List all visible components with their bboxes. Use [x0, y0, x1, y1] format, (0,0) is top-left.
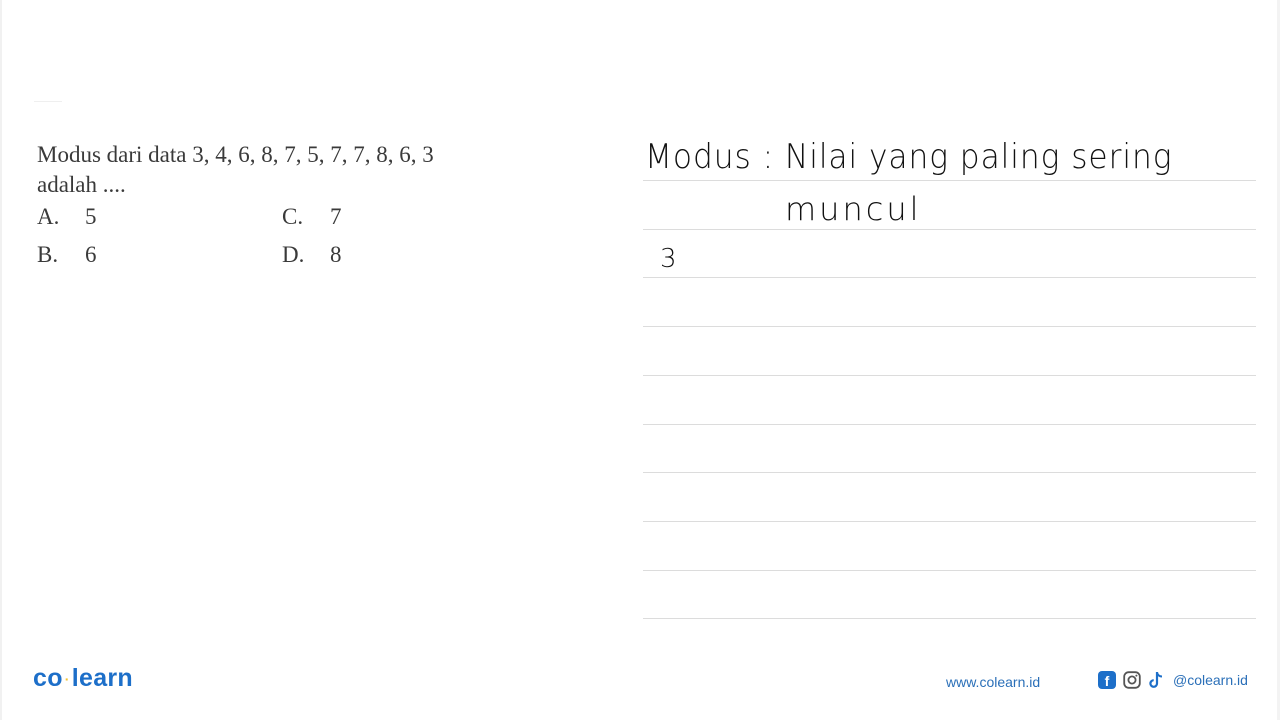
left-border	[0, 0, 2, 720]
option-d: D. 8	[282, 242, 342, 268]
option-b: B. 6	[37, 242, 97, 268]
question-stem-line1: Modus dari data 3, 4, 6, 8, 7, 5, 7, 7, …	[37, 142, 434, 167]
faint-mark	[34, 101, 62, 102]
option-a: A. 5	[37, 204, 97, 230]
facebook-icon[interactable]: f	[1098, 671, 1116, 689]
option-value: 7	[330, 204, 342, 229]
option-value: 8	[330, 242, 342, 267]
ruled-line	[643, 570, 1256, 571]
ruled-line	[643, 618, 1256, 619]
instagram-icon[interactable]	[1123, 671, 1141, 689]
ruled-line	[643, 375, 1256, 376]
website-link[interactable]: www.colearn.id	[946, 674, 1040, 690]
handwritten-definition-cont: muncul	[785, 190, 922, 228]
question-stem-line2: adalah ....	[37, 172, 126, 197]
option-letter: D.	[282, 242, 305, 267]
ruled-line	[643, 180, 1256, 181]
ruled-notebook	[643, 0, 1256, 720]
tiktok-icon[interactable]	[1148, 671, 1164, 689]
ruled-line	[643, 277, 1256, 278]
option-value: 5	[85, 204, 97, 229]
option-letter: C.	[282, 204, 304, 229]
logo-dot: ·	[64, 671, 70, 688]
ruled-line	[643, 521, 1256, 522]
option-letter: B.	[37, 242, 59, 267]
option-c: C. 7	[282, 204, 342, 230]
ruled-line	[643, 229, 1256, 230]
ruled-line	[643, 472, 1256, 473]
question-text: Modus dari data 3, 4, 6, 8, 7, 5, 7, 7, …	[37, 140, 557, 200]
social-links: f @colearn.id	[1098, 671, 1248, 689]
colearn-logo: co ·learn	[33, 664, 133, 693]
logo-part2: learn	[71, 664, 134, 692]
ruled-line	[643, 424, 1256, 425]
option-value: 6	[85, 242, 97, 267]
ruled-line	[643, 326, 1256, 327]
handwritten-definition: Modus : Nilai yang paling sering	[645, 137, 1173, 177]
logo-part1: co	[33, 664, 63, 692]
social-handle[interactable]: @colearn.id	[1173, 672, 1248, 688]
option-letter: A.	[37, 204, 60, 229]
handwritten-answer: 3	[660, 244, 678, 274]
